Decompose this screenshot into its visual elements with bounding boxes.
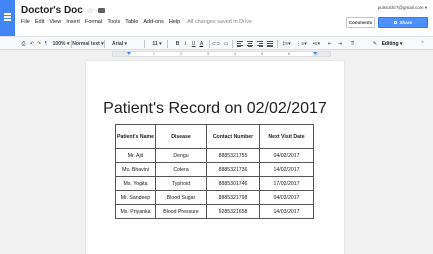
menu-insert[interactable]: Insert	[66, 19, 80, 25]
folder-icon[interactable]	[98, 7, 106, 13]
menu-help[interactable]: Help	[169, 19, 180, 25]
ruler-number: 1	[153, 52, 155, 56]
patient-records-table[interactable]: Patient's Name Disease Contact Number Ne…	[115, 124, 314, 219]
cell-disease[interactable]: Typhoid	[155, 176, 207, 191]
cell-next-visit-date[interactable]: 14/02/2017	[259, 162, 314, 177]
ruler-number: 6	[288, 52, 290, 56]
cell-next-visit-date[interactable]: 04/02/2017	[259, 148, 314, 163]
table-row: Ms. Yogita Typhoid 8885301746 17/02/2017	[115, 176, 314, 191]
menu-file[interactable]: File	[21, 19, 30, 25]
comments-button[interactable]: Comments	[346, 17, 375, 28]
pencil-icon: ✎	[372, 41, 378, 47]
text-color-button[interactable]: A	[198, 39, 205, 49]
toolbar-divider	[232, 40, 233, 48]
document-heading[interactable]: Patient's Record on 02/02/2017	[86, 100, 344, 118]
header-disease[interactable]: Disease	[155, 124, 207, 149]
ruler-number: 2	[180, 52, 182, 56]
align-right-icon[interactable]	[256, 39, 264, 49]
comment-icon[interactable]: ▭	[222, 39, 230, 49]
table-row: Ms. Priyanka Blood Pressure 9285321658 1…	[115, 204, 314, 219]
link-icon[interactable]: ⊂⊃	[212, 39, 220, 49]
toolbar-divider	[209, 40, 210, 48]
cell-contact-number[interactable]: 8885321736	[206, 162, 260, 177]
numbered-list-button[interactable]: ⋮≡▾	[295, 39, 308, 49]
ruler-number: 4	[234, 52, 236, 56]
cell-contact-number[interactable]: 9285321658	[206, 204, 260, 219]
bold-button[interactable]: B	[174, 39, 181, 49]
table-row: Mr. Sandeep Blood Sugar 8885321798 04/03…	[115, 190, 314, 205]
decrease-indent-button[interactable]: ⇤	[326, 39, 334, 49]
formatting-toolbar: ⎙ ↶ ↷ ¶ 100% ▾ Normal text ▾ Arial ▾ 11 …	[0, 36, 433, 50]
toolbar-divider	[104, 40, 105, 48]
cell-disease[interactable]: Colera	[155, 162, 207, 177]
align-left-icon[interactable]	[236, 39, 244, 49]
title-row: Doctor's Doc ☆	[21, 4, 106, 16]
cell-disease[interactable]: Blood Sugar	[155, 190, 207, 205]
table-row: Ms. Bhavini Colera 8885321736 14/02/2017	[115, 162, 314, 177]
ruler-number: 7	[316, 52, 318, 56]
menu-view[interactable]: View	[49, 19, 61, 25]
zoom-select[interactable]: 100% ▾	[53, 39, 70, 49]
cell-next-visit-date[interactable]: 04/03/2017	[259, 190, 314, 205]
ruler-bar: 1 2 3 4 5 6 7	[0, 50, 433, 58]
menu-edit[interactable]: Edit	[35, 19, 44, 25]
collapse-toolbar-icon[interactable]: ⌃	[419, 39, 426, 49]
menu-addons[interactable]: Add-ons	[143, 19, 164, 25]
table-header-row: Patient's Name Disease Contact Number Ne…	[115, 124, 314, 149]
cell-patient-name[interactable]: Ms. Yogita	[115, 176, 156, 191]
document-title[interactable]: Doctor's Doc	[21, 5, 83, 16]
cell-patient-name[interactable]: Mr. Ajit	[115, 148, 156, 163]
cell-patient-name[interactable]: Ms. Priyanka	[115, 204, 156, 219]
ruler-number: 3	[207, 52, 209, 56]
lock-icon	[393, 20, 398, 25]
justify-icon[interactable]	[266, 39, 274, 49]
align-center-icon[interactable]	[246, 39, 254, 49]
cell-contact-number[interactable]: 8885301746	[206, 176, 260, 191]
style-select[interactable]: Normal text ▾	[72, 39, 103, 49]
ruler[interactable]: 1 2 3 4 5 6 7	[112, 51, 331, 57]
toolbar-divider	[144, 40, 145, 48]
menu-tools[interactable]: Tools	[107, 19, 120, 25]
cell-patient-name[interactable]: Mr. Sandeep	[115, 190, 156, 205]
print-icon[interactable]: ⎙	[20, 39, 27, 49]
menu-bar: File Edit View Insert Format Tools Table…	[21, 19, 252, 25]
underline-button[interactable]: U	[190, 39, 197, 49]
cell-contact-number[interactable]: 8885321755	[206, 148, 260, 163]
left-indent-marker[interactable]	[127, 52, 131, 55]
star-icon[interactable]: ☆	[87, 6, 94, 15]
table-row: Mr. Ajit Dengu 8885321755 04/02/2017	[115, 148, 314, 163]
share-button[interactable]: Share	[378, 17, 428, 28]
cell-patient-name[interactable]: Ms. Bhavini	[115, 162, 156, 177]
save-status[interactable]: All changes saved in Drive	[187, 19, 252, 25]
header-next-visit-date[interactable]: Next Visit Date	[259, 124, 314, 149]
docs-home-icon[interactable]	[0, 0, 15, 36]
increase-indent-button[interactable]: ⇥	[336, 39, 344, 49]
cell-disease[interactable]: Dengu	[155, 148, 207, 163]
font-size-select[interactable]: 11 ▾	[150, 39, 164, 49]
cell-next-visit-date[interactable]: 14/03/2017	[259, 204, 314, 219]
undo-icon[interactable]: ↶	[29, 39, 35, 49]
paint-format-icon[interactable]: ¶	[43, 39, 49, 49]
font-select[interactable]: Arial ▾	[112, 39, 134, 49]
menu-table[interactable]: Table	[125, 19, 138, 25]
line-spacing-button[interactable]: ‡≡▾	[280, 39, 293, 49]
italic-button[interactable]: I	[182, 39, 189, 49]
bulleted-list-button[interactable]: •≡▾	[310, 39, 323, 49]
toolbar-divider	[277, 40, 278, 48]
ruler-number: 5	[261, 52, 263, 56]
toolbar-divider	[167, 40, 168, 48]
header-contact-number[interactable]: Contact Number	[206, 124, 260, 149]
document-page[interactable]: Patient's Record on 02/02/2017 Patient's…	[86, 61, 344, 254]
share-label: Share	[399, 20, 412, 25]
redo-icon[interactable]: ↷	[36, 39, 42, 49]
cell-contact-number[interactable]: 8885321798	[206, 190, 260, 205]
editing-mode-select[interactable]: Editing ▾	[380, 39, 404, 49]
cell-next-visit-date[interactable]: 17/02/2017	[259, 176, 314, 191]
header-patient-name[interactable]: Patient's Name	[115, 124, 156, 149]
clear-formatting-button[interactable]: T̸	[348, 39, 356, 49]
cell-disease[interactable]: Blood Pressure	[155, 204, 207, 219]
menu-format[interactable]: Format	[85, 19, 102, 25]
docs-header: Doctor's Doc ☆ File Edit View Insert For…	[0, 0, 433, 36]
account-menu[interactable]: pulsrockr7@gmail.com ▾	[378, 5, 427, 11]
